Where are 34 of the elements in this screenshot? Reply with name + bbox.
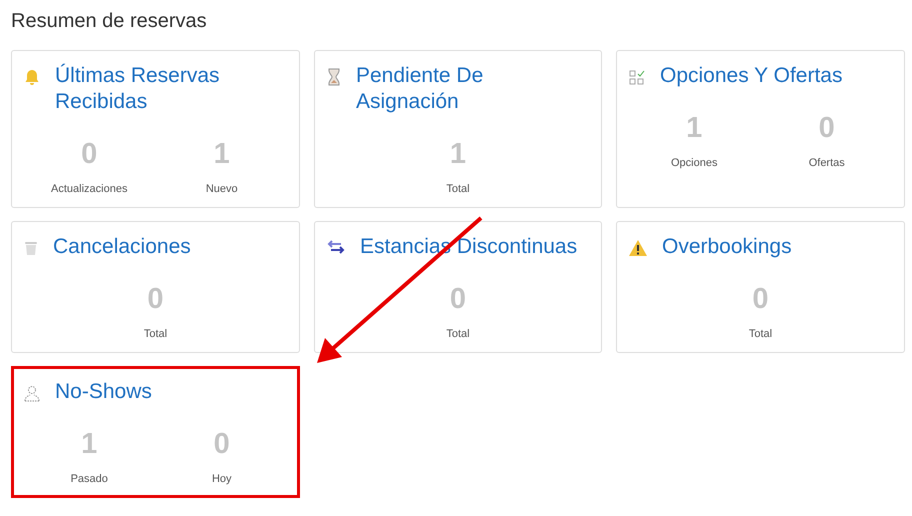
hourglass-icon xyxy=(326,68,342,86)
card-title[interactable]: No-Shows xyxy=(55,379,152,405)
count-label: Total xyxy=(446,183,470,195)
card-title[interactable]: Overbookings xyxy=(662,234,792,260)
count-label: Hoy xyxy=(212,473,232,485)
count: 1 xyxy=(214,137,230,171)
count: 1 xyxy=(686,111,702,145)
count-label: Total xyxy=(144,328,168,340)
card-title[interactable]: Pendiente De Asignación xyxy=(356,63,590,115)
count-label: Actualizaciones xyxy=(51,183,128,195)
checklist-icon xyxy=(628,68,646,86)
count: 0 xyxy=(81,137,98,171)
count: 0 xyxy=(818,111,835,145)
count-label: Nuevo xyxy=(206,183,238,195)
count-label: Opciones xyxy=(671,157,718,169)
trash-icon xyxy=(23,239,39,257)
card-title[interactable]: Opciones Y Ofertas xyxy=(660,63,842,89)
count-label: Ofertas xyxy=(808,157,845,169)
count-label: Total xyxy=(748,328,772,340)
count: 0 xyxy=(450,282,466,316)
bell-icon xyxy=(23,68,41,86)
warning-icon xyxy=(628,239,648,257)
count: 0 xyxy=(147,282,164,316)
count: 1 xyxy=(81,427,98,461)
count: 0 xyxy=(752,282,769,316)
card-title[interactable]: Últimas Reservas Recibidas xyxy=(55,63,288,115)
count: 1 xyxy=(450,137,466,171)
count: 0 xyxy=(214,427,230,461)
card-title[interactable]: Cancelaciones xyxy=(53,234,191,260)
user-icon xyxy=(23,384,41,402)
page-title: Resumen de reservas xyxy=(11,9,208,34)
swap-arrows-icon xyxy=(326,239,346,255)
count-label: Pasado xyxy=(70,473,108,485)
count-label: Total xyxy=(446,328,470,340)
